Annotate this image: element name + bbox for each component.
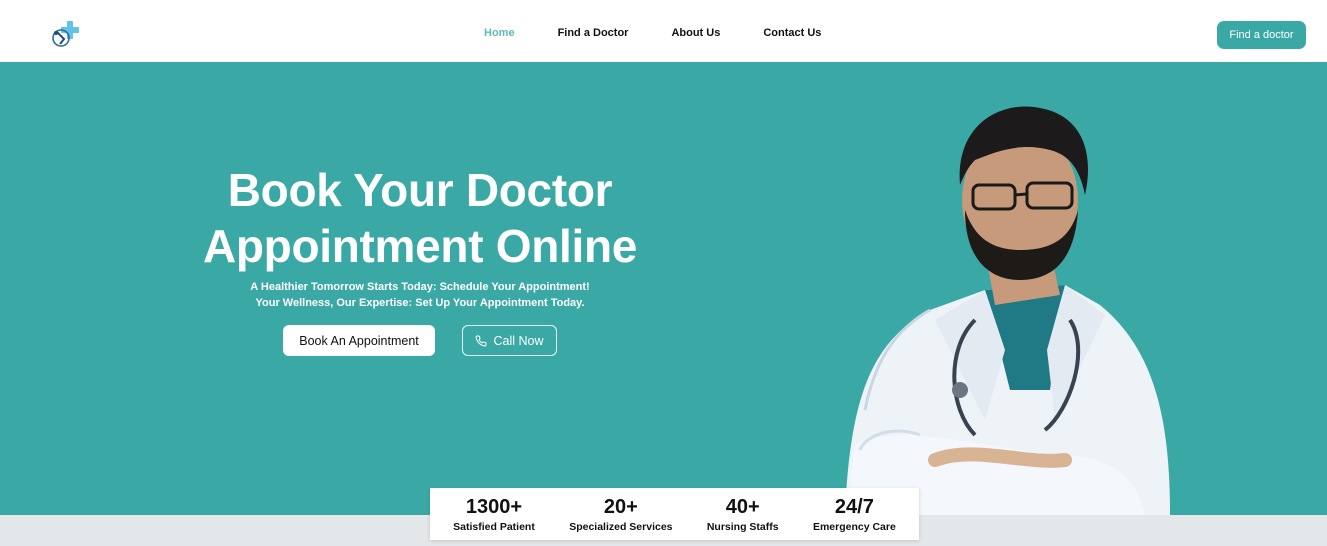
phone-icon xyxy=(476,334,487,346)
book-appointment-button[interactable]: Book An Appointment xyxy=(283,325,435,356)
medical-cross-logo-icon[interactable] xyxy=(48,18,80,50)
hero-title-line-2: Appointment Online xyxy=(202,220,638,272)
stat-item: 40+ Nursing Staffs xyxy=(707,496,779,533)
hero-title: Book Your Doctor Appointment Online xyxy=(150,162,690,274)
stat-value: 1300+ xyxy=(465,495,523,518)
doctor-portrait xyxy=(845,106,1170,515)
stat-item: 1300+ Satisfied Patient xyxy=(453,496,535,533)
stat-item: 20+ Specialized Services xyxy=(569,496,672,533)
call-now-button[interactable]: Call Now xyxy=(462,325,557,356)
hero-subtitle: A Healthier Tomorrow Starts Today: Sched… xyxy=(150,279,690,311)
stat-item: 24/7 Emergency Care xyxy=(813,496,896,533)
stat-value: 20+ xyxy=(603,495,638,518)
stats-bar: 1300+ Satisfied Patient 20+ Specialized … xyxy=(430,488,919,540)
nav-link-contact-us[interactable]: Contact Us xyxy=(763,27,821,39)
find-doctor-button[interactable]: Find a doctor xyxy=(1217,21,1306,49)
nav-link-find-a-doctor[interactable]: Find a Doctor xyxy=(558,27,629,39)
nav-link-home[interactable]: Home xyxy=(484,27,515,39)
hero-text: Book Your Doctor Appointment Online A He… xyxy=(150,162,690,311)
main-nav: Home Find a Doctor About Us Contact Us xyxy=(484,27,864,39)
call-now-label: Call Now xyxy=(493,333,544,348)
hero-title-line-1: Book Your Doctor xyxy=(227,164,613,216)
stat-value: 24/7 xyxy=(834,495,874,518)
hero-actions: Book An Appointment Call Now xyxy=(283,325,557,356)
hero-subtitle-line-2: Your Wellness, Our Expertise: Set Up You… xyxy=(255,297,585,309)
stat-label: Nursing Staffs xyxy=(706,520,779,533)
hero-subtitle-line-1: A Healthier Tomorrow Starts Today: Sched… xyxy=(250,281,590,293)
stat-label: Emergency Care xyxy=(812,520,896,533)
hero-section: Book Your Doctor Appointment Online A He… xyxy=(0,62,1327,515)
nav-link-about-us[interactable]: About Us xyxy=(671,27,720,39)
stat-value: 40+ xyxy=(725,495,760,518)
stat-label: Satisfied Patient xyxy=(453,520,535,533)
top-navbar: Home Find a Doctor About Us Contact Us F… xyxy=(0,0,1327,62)
stat-label: Specialized Services xyxy=(569,520,673,533)
